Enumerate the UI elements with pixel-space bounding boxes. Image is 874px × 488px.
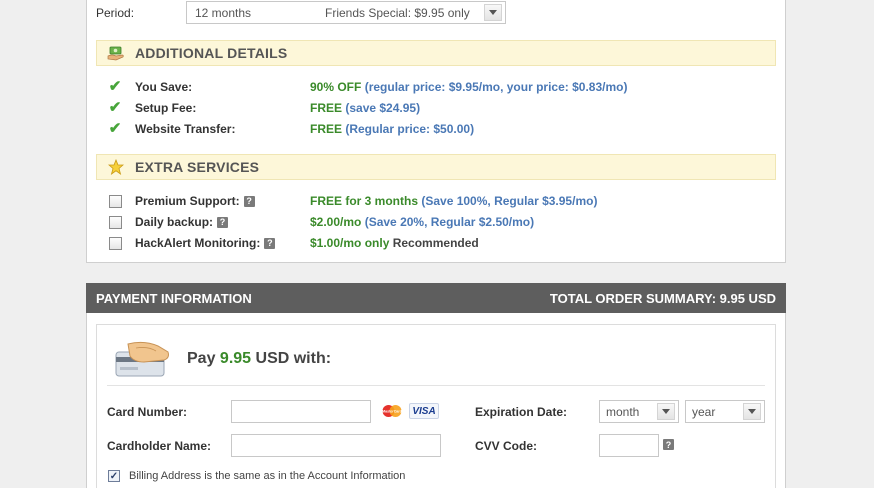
help-icon[interactable]: ? (217, 216, 229, 228)
daily-backup-checkbox[interactable] (108, 215, 122, 229)
billing-same-label: Billing Address is the same as in the Ac… (129, 470, 406, 482)
divider (107, 385, 765, 386)
year-value: year (692, 404, 716, 419)
premium-support-checkbox[interactable] (108, 194, 122, 208)
service-label: Daily backup: (135, 215, 214, 229)
detail-label: Setup Fee: (135, 101, 197, 115)
pay-amount: 9.95 (219, 350, 252, 367)
service-row-daily-backup: Daily backup:? $2.00/mo (Save 20%, Regul… (108, 213, 768, 231)
additional-details-title: ADDITIONAL DETAILS (135, 45, 288, 61)
checkmark-icon: ✔ (108, 99, 122, 116)
payment-title: PAYMENT INFORMATION (96, 290, 252, 306)
money-hand-icon (107, 45, 125, 61)
service-label: Premium Support: (135, 194, 240, 208)
detail-value: 90% OFF (regular price: $9.95/mo, your p… (310, 80, 628, 94)
help-icon[interactable]: ? (663, 439, 674, 450)
period-label: Period: (96, 6, 135, 20)
credit-card-hand-icon (114, 340, 170, 381)
mastercard-icon: MasterCard (379, 403, 405, 419)
star-icon (107, 159, 125, 175)
service-value: FREE for 3 months (Save 100%, Regular $3… (310, 194, 598, 208)
cvv-code-label: CVV Code: (475, 439, 538, 453)
service-value: $1.00/mo only Recommended (310, 236, 479, 250)
service-value: $2.00/mo (Save 20%, Regular $2.50/mo) (310, 215, 535, 229)
card-number-label: Card Number: (107, 405, 188, 419)
month-value: month (606, 404, 640, 419)
cvv-code-input[interactable] (599, 434, 659, 457)
extra-services-header: EXTRA SERVICES (96, 154, 776, 180)
extra-services-title: EXTRA SERVICES (135, 159, 260, 175)
chevron-down-icon[interactable] (484, 4, 502, 21)
payment-header: PAYMENT INFORMATION TOTAL ORDER SUMMARY:… (86, 283, 786, 313)
detail-value: FREE (save $24.95) (310, 101, 421, 115)
card-number-input[interactable] (231, 400, 371, 423)
period-offer: Friends Special: $9.95 only (325, 5, 470, 20)
help-icon[interactable]: ? (264, 237, 276, 249)
chevron-down-icon[interactable] (657, 403, 675, 420)
detail-row-setup-fee: ✔ Setup Fee: FREE (save $24.95) (108, 99, 768, 117)
detail-row-website-transfer: ✔ Website Transfer: FREE (Regular price:… (108, 120, 768, 138)
service-row-premium-support: Premium Support:? FREE for 3 months (Sav… (108, 192, 768, 210)
chevron-down-icon[interactable] (743, 403, 761, 420)
detail-label: You Save: (135, 80, 193, 94)
detail-label: Website Transfer: (135, 122, 236, 136)
order-summary-total: TOTAL ORDER SUMMARY: 9.95 USD (549, 290, 776, 306)
visa-icon: VISA (409, 403, 439, 419)
expiration-month-select[interactable]: month (599, 400, 679, 423)
cardholder-name-label: Cardholder Name: (107, 439, 212, 453)
hackalert-checkbox[interactable] (108, 236, 122, 250)
pay-amount-heading: Pay 9.95 USD with: (187, 350, 332, 367)
billing-same-row: ✓ Billing Address is the same as in the … (108, 470, 405, 482)
additional-details-header: ADDITIONAL DETAILS (96, 40, 776, 66)
detail-value: FREE (Regular price: $50.00) (310, 122, 475, 136)
period-term: 12 months (195, 5, 252, 20)
service-row-hackalert: HackAlert Monitoring:? $1.00/mo only Rec… (108, 234, 768, 252)
service-label: HackAlert Monitoring: (135, 236, 261, 250)
detail-row-you-save: ✔ You Save: 90% OFF (regular price: $9.9… (108, 78, 768, 96)
checkmark-icon: ✔ (108, 78, 122, 95)
cardholder-name-input[interactable] (231, 434, 441, 457)
svg-text:MasterCard: MasterCard (382, 410, 402, 414)
expiration-date-label: Expiration Date: (475, 405, 568, 419)
checkmark-icon: ✔ (108, 120, 122, 137)
period-select[interactable]: 12 months Friends Special: $9.95 only (186, 1, 506, 24)
expiration-year-select[interactable]: year (685, 400, 765, 423)
billing-same-checkbox[interactable]: ✓ (108, 470, 120, 482)
help-icon[interactable]: ? (243, 195, 255, 207)
